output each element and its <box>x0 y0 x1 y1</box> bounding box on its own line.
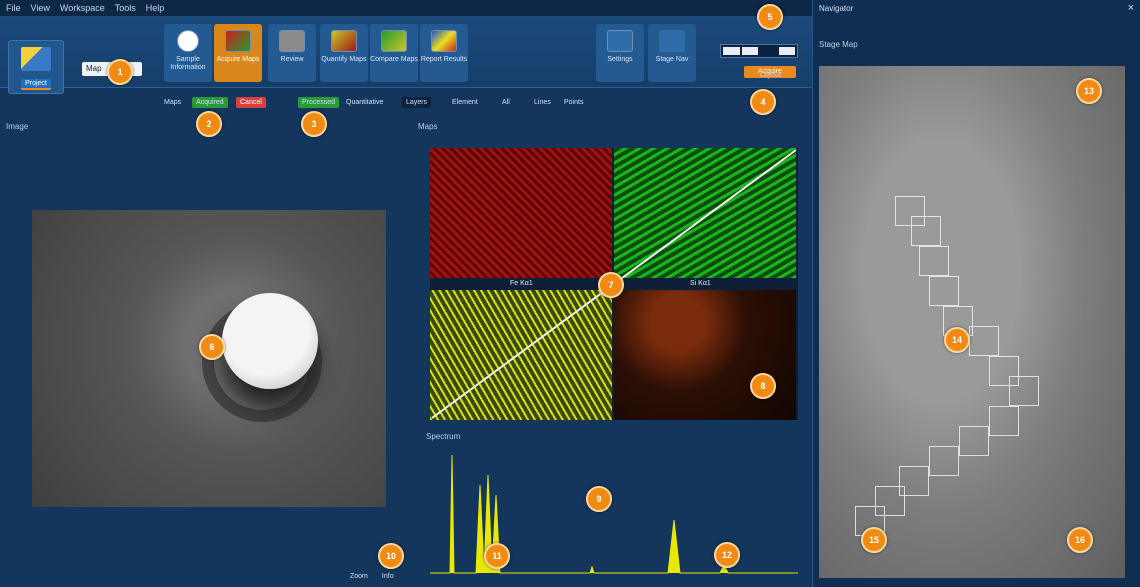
layout-caption: Layout <box>760 72 782 79</box>
navigator-subtitle: Stage Map <box>819 40 858 49</box>
callout-16: 16 <box>1067 527 1093 553</box>
navigator-image[interactable] <box>819 66 1125 578</box>
menu-tools[interactable]: Tools <box>115 3 136 13</box>
project-button[interactable]: Project <box>8 40 64 94</box>
callout-5: 5 <box>757 4 783 30</box>
sample-information-button[interactable]: Sample Information <box>164 24 212 82</box>
scan-tile[interactable] <box>911 216 941 246</box>
review-button[interactable]: Review <box>268 24 316 82</box>
image-icon <box>279 30 305 52</box>
scan-tile[interactable] <box>969 326 999 356</box>
scan-tile[interactable] <box>959 426 989 456</box>
info-icon <box>177 30 199 52</box>
layout-cell-3[interactable] <box>760 47 777 55</box>
chip-cancel[interactable]: Cancel <box>236 97 266 108</box>
app-window: File View Workspace Tools Help Project M… <box>0 0 1140 587</box>
layout-selector[interactable] <box>720 44 798 58</box>
scan-tile[interactable] <box>989 406 1019 436</box>
layout-cell-4[interactable] <box>778 47 795 55</box>
layout-cell-1[interactable] <box>723 47 740 55</box>
scan-tile[interactable] <box>929 446 959 476</box>
report-icon <box>431 30 457 52</box>
navigator-title: Navigator <box>819 4 854 13</box>
chip-all[interactable]: All <box>498 97 514 108</box>
maps-pane-title: Maps <box>418 122 438 131</box>
zoom-control[interactable]: Zoom <box>350 573 368 580</box>
callout-9: 9 <box>586 486 612 512</box>
spectrum-pane-title: Spectrum <box>426 432 461 441</box>
map-icon <box>225 30 251 52</box>
callout-1: 1 <box>107 59 133 85</box>
scan-tile[interactable] <box>1009 376 1039 406</box>
settings-icon <box>607 30 633 52</box>
callout-4: 4 <box>750 89 776 115</box>
acquire-maps-button[interactable]: Acquire Maps <box>214 24 262 82</box>
quant-map-icon <box>331 30 357 52</box>
image-footer: Zoom Info <box>350 573 394 580</box>
chip-points[interactable]: Points <box>560 97 587 108</box>
callout-15: 15 <box>861 527 887 553</box>
info-control[interactable]: Info <box>382 573 394 580</box>
chip-maps[interactable]: Maps <box>160 97 185 108</box>
stage-nav-button[interactable]: Stage Nav <box>648 24 696 82</box>
chip-acquired[interactable]: Acquired <box>192 97 228 108</box>
menu-workspace[interactable]: Workspace <box>60 3 105 13</box>
scan-tile[interactable] <box>919 246 949 276</box>
layout-cell-2[interactable] <box>741 47 758 55</box>
compare-icon <box>381 30 407 52</box>
callout-7: 7 <box>598 272 624 298</box>
menu-view[interactable]: View <box>31 3 50 13</box>
quantify-maps-button[interactable]: Quantify Maps <box>320 24 368 82</box>
scan-tile[interactable] <box>929 276 959 306</box>
chip-lines[interactable]: Lines <box>530 97 555 108</box>
project-icon <box>21 47 51 71</box>
report-results-button[interactable]: Report Results <box>420 24 468 82</box>
sample-disk <box>222 293 318 389</box>
compare-maps-button[interactable]: Compare Maps <box>370 24 418 82</box>
chip-layers[interactable]: Layers <box>402 97 432 108</box>
close-icon[interactable]: × <box>1128 2 1134 14</box>
chip-quantitative[interactable]: Quantitative <box>342 97 387 108</box>
callout-13: 13 <box>1076 78 1102 104</box>
menu-bar: File View Workspace Tools Help <box>0 0 812 16</box>
project-label: Project <box>21 79 51 90</box>
callout-11: 11 <box>484 543 510 569</box>
settings-button[interactable]: Settings <box>596 24 644 82</box>
menu-file[interactable]: File <box>6 3 21 13</box>
chip-element[interactable]: Element <box>448 97 482 108</box>
chip-processed[interactable]: Processed <box>298 97 340 108</box>
callout-2: 2 <box>196 111 222 137</box>
callout-12: 12 <box>714 542 740 568</box>
callout-14: 14 <box>944 327 970 353</box>
image-pane-title: Image <box>6 122 29 131</box>
callout-6: 6 <box>199 334 225 360</box>
callout-8: 8 <box>750 373 776 399</box>
callout-10: 10 <box>378 543 404 569</box>
callout-3: 3 <box>301 111 327 137</box>
menu-help[interactable]: Help <box>146 3 165 13</box>
stage-icon <box>659 30 685 52</box>
